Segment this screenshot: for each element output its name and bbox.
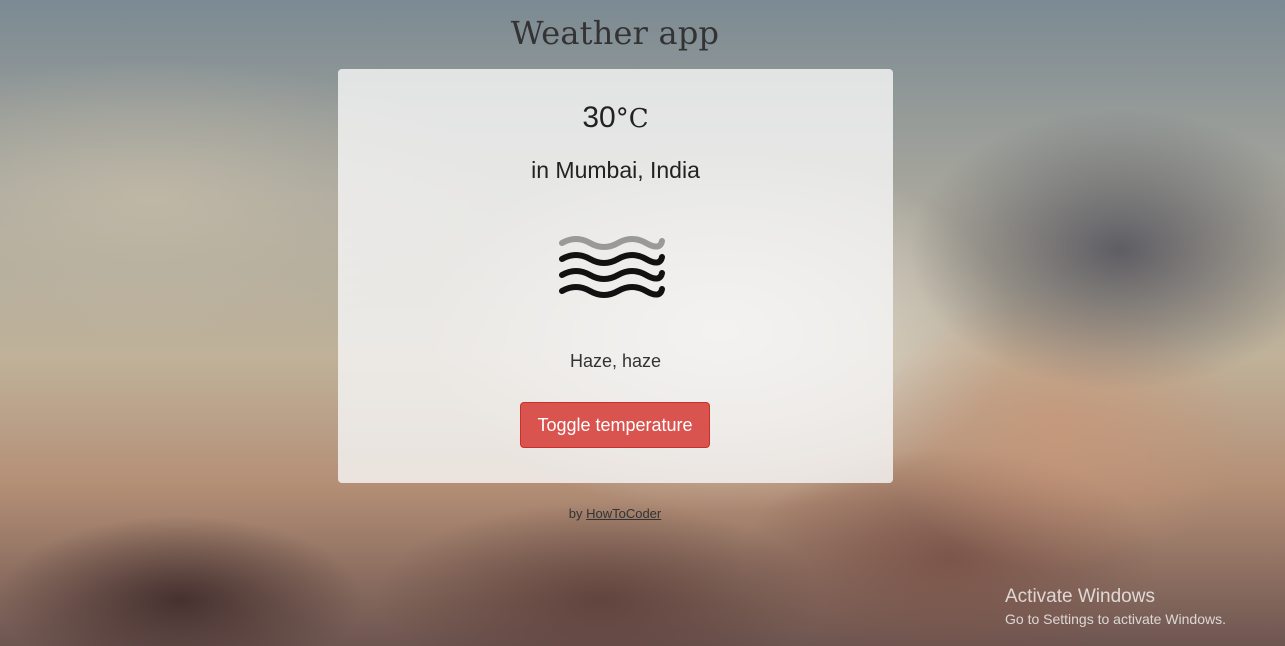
credit-by-text: by xyxy=(568,506,583,521)
author-link[interactable]: HowToCoder xyxy=(586,506,661,521)
haze-icon xyxy=(559,236,665,298)
toggle-temperature-button[interactable]: Toggle temperature xyxy=(520,402,710,448)
temperature-unit: °C xyxy=(615,104,649,134)
weather-card: 30°C in Mumbai, India Haze, haze Toggle … xyxy=(338,69,893,483)
credit-line: by HowToCoder xyxy=(0,506,1230,521)
page-title: Weather app xyxy=(510,14,720,52)
weather-description: Haze, haze xyxy=(569,351,662,371)
activate-windows-subtitle: Go to Settings to activate Windows. xyxy=(1005,611,1226,627)
activate-windows-title: Activate Windows xyxy=(1005,586,1155,607)
location-label: in Mumbai, India xyxy=(531,157,700,183)
activate-windows-watermark: Activate Windows Go to Settings to activ… xyxy=(1005,586,1226,627)
temperature-value: 30 xyxy=(582,101,616,134)
temperature-display: 30°C xyxy=(338,103,893,133)
